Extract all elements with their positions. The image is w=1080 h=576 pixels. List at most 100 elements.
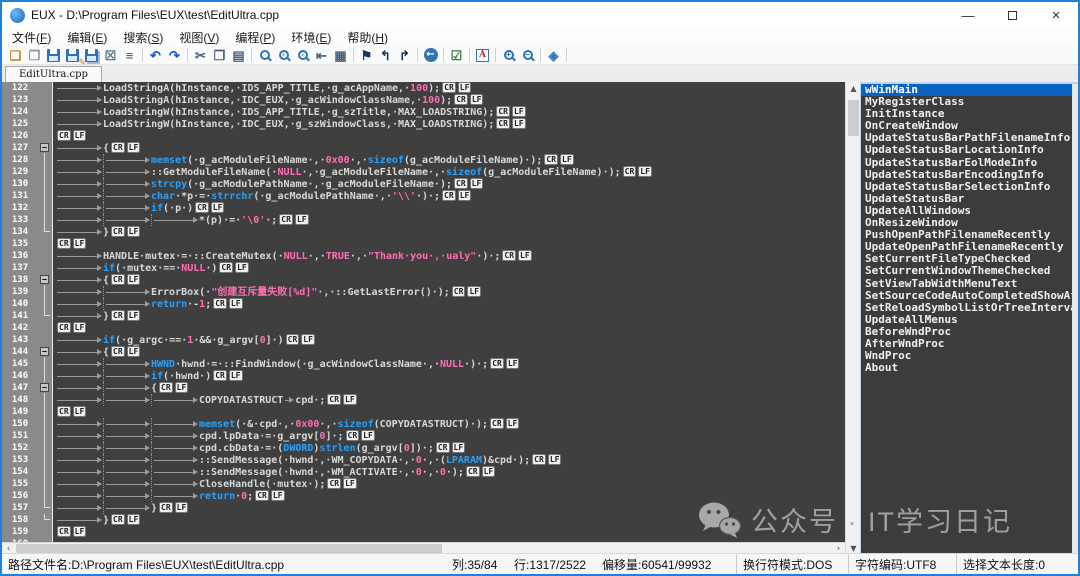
code-line-147[interactable]: 147−{CRLF	[2, 382, 845, 394]
symbol-item-SetCurrentWindowThemeChecked[interactable]: SetCurrentWindowThemeChecked	[861, 265, 1078, 277]
code-line-132[interactable]: 132if(·p·)CRLF	[2, 202, 845, 214]
symbol-item-AfterWndProc[interactable]: AfterWndProc	[861, 338, 1078, 350]
maximize-button[interactable]	[990, 2, 1034, 28]
vertical-scroll-thumb[interactable]	[848, 100, 859, 136]
code-line-122[interactable]: 122LoadStringA(hInstance,·IDS_APP_TITLE,…	[2, 82, 845, 94]
symbol-item-SetSourceCodeAutoCompletedShowAfter[interactable]: SetSourceCodeAutoCompletedShowAfter	[861, 290, 1078, 302]
code-line-152[interactable]: 152cpd.cbData·=·(DWORD)strlen(g_argv[0])…	[2, 442, 845, 454]
about-button[interactable]: ◈	[544, 47, 563, 64]
code-line-138[interactable]: 138−{CRLF	[2, 274, 845, 286]
symbol-item-SetCurrentFileTypeChecked[interactable]: SetCurrentFileTypeChecked	[861, 253, 1078, 265]
code-line-123[interactable]: 123LoadStringA(hInstance,·IDC_EUX,·g_acW…	[2, 94, 845, 106]
fold-toggle-icon[interactable]: −	[38, 142, 53, 154]
new-file-button[interactable]: ❏	[6, 47, 25, 64]
symbol-item-wWinMain[interactable]: wWinMain	[861, 84, 1078, 96]
code-line-126[interactable]: 126CRLF	[2, 130, 845, 142]
undo-button[interactable]: ↶	[146, 47, 165, 64]
open-file-button[interactable]: ❐	[25, 47, 44, 64]
code-line-143[interactable]: 143if(·g_argc·==·1·&&·g_argv[0]·)CRLF	[2, 334, 845, 346]
code-line-129[interactable]: 129::GetModuleFileName(·NULL·,·g_acModul…	[2, 166, 845, 178]
close-button[interactable]: ×	[1034, 2, 1078, 28]
save-as-button[interactable]: ✎	[63, 47, 82, 64]
scroll-up-icon[interactable]: ▲	[846, 82, 861, 95]
code-line-154[interactable]: 154::SendMessage(·hwnd·,·WM_ACTIVATE·,·0…	[2, 466, 845, 478]
symbol-item-UpdateStatusBarSelectionInfo[interactable]: UpdateStatusBarSelectionInfo	[861, 181, 1078, 193]
replace-button[interactable]: ⇤	[312, 47, 331, 64]
bookmark-button[interactable]: ⚑	[357, 47, 376, 64]
file-list-button[interactable]: ≡	[120, 47, 139, 64]
symbol-item-MyRegisterClass[interactable]: MyRegisterClass	[861, 96, 1078, 108]
code-line-136[interactable]: 136HANDLE·mutex·=·::CreateMutex(·NULL·,·…	[2, 250, 845, 262]
symbol-item-SetReloadSymbolListOrTreeIntervalMe[interactable]: SetReloadSymbolListOrTreeIntervalMe	[861, 302, 1078, 314]
menu-item-p-编程[interactable]: 编程(P)	[227, 29, 283, 46]
code-line-141[interactable]: 141}CRLF	[2, 310, 845, 322]
code-line-133[interactable]: 133*(p)·=·'\0'·;CRLF	[2, 214, 845, 226]
code-line-127[interactable]: 127−{CRLF	[2, 142, 845, 154]
code-line-145[interactable]: 145HWND·hwnd·=·::FindWindow(·g_acWindowC…	[2, 358, 845, 370]
symbol-item-About[interactable]: About	[861, 362, 1078, 374]
back-button[interactable]: ←	[421, 47, 440, 64]
copy-button[interactable]: ❐	[210, 47, 229, 64]
symbol-item-OnResizeWindow[interactable]: OnResizeWindow	[861, 217, 1078, 229]
code-line-140[interactable]: 140return·-1;CRLF	[2, 298, 845, 310]
redo-button[interactable]: ↷	[165, 47, 184, 64]
code-line-155[interactable]: 155CloseHandle(·mutex·);CRLF	[2, 478, 845, 490]
code-line-153[interactable]: 153::SendMessage(·hwnd·,·WM_COPYDATA·,·0…	[2, 454, 845, 466]
code-line-131[interactable]: 131char·*p·=·strrchr(·g_acModulePathName…	[2, 190, 845, 202]
symbol-item-UpdateStatusBarEncodingInfo[interactable]: UpdateStatusBarEncodingInfo	[861, 169, 1078, 181]
save-button[interactable]	[44, 47, 63, 64]
menu-item-e-环境[interactable]: 环境(E)	[283, 29, 339, 46]
vertical-scrollbar[interactable]: ▲ ▼	[845, 82, 860, 555]
menu-item-e-编辑[interactable]: 编辑(E)	[59, 29, 115, 46]
menu-item-v-视图[interactable]: 视图(V)	[171, 29, 227, 46]
menu-item-h-帮助[interactable]: 帮助(H)	[339, 29, 396, 46]
code-line-135[interactable]: 135CRLF	[2, 238, 845, 250]
symbol-item-OnCreateWindow[interactable]: OnCreateWindow	[861, 120, 1078, 132]
symbol-item-PushOpenPathFilenameRecently[interactable]: PushOpenPathFilenameRecently	[861, 229, 1078, 241]
code-line-128[interactable]: 128memset(·g_acModuleFileName·,·0x00·,·s…	[2, 154, 845, 166]
cut-button[interactable]: ✂	[191, 47, 210, 64]
code-line-144[interactable]: 144−{CRLF	[2, 346, 845, 358]
grid-button[interactable]: ▦	[331, 47, 350, 64]
find-prev-button[interactable]: ‹	[274, 47, 293, 64]
code-line-124[interactable]: 124LoadStringW(hInstance,·IDS_APP_TITLE,…	[2, 106, 845, 118]
panel-scrollbar[interactable]	[1072, 84, 1078, 555]
code-line-148[interactable]: 148COPYDATASTRUCTcpd·;CRLF	[2, 394, 845, 406]
code-line-125[interactable]: 125LoadStringW(hInstance,·IDC_EUX,·g_szW…	[2, 118, 845, 130]
menu-item-s-搜索[interactable]: 搜索(S)	[115, 29, 171, 46]
find-button[interactable]	[255, 47, 274, 64]
code-line-146[interactable]: 146if(·hwnd·)CRLF	[2, 370, 845, 382]
symbol-item-UpdateOpenPathFilenameRecently[interactable]: UpdateOpenPathFilenameRecently	[861, 241, 1078, 253]
code-line-134[interactable]: 134}CRLF	[2, 226, 845, 238]
close-file-button[interactable]: ☒	[101, 47, 120, 64]
syntax-color-button[interactable]: A	[473, 47, 492, 64]
symbol-item-SetViewTabWidthMenuText[interactable]: SetViewTabWidthMenuText	[861, 278, 1078, 290]
minimize-button[interactable]: —	[946, 2, 990, 28]
paste-button[interactable]: ▤	[229, 47, 248, 64]
symbol-item-UpdateStatusBarLocationInfo[interactable]: UpdateStatusBarLocationInfo	[861, 144, 1078, 156]
code-editor[interactable]: 122LoadStringA(hInstance,·IDS_APP_TITLE,…	[2, 82, 845, 555]
bookmark-prev-button[interactable]: ↰	[376, 47, 395, 64]
symbol-item-UpdateStatusBarPathFilenameInfo[interactable]: UpdateStatusBarPathFilenameInfo	[861, 132, 1078, 144]
checklist-button[interactable]: ☑	[447, 47, 466, 64]
symbol-item-InitInstance[interactable]: InitInstance	[861, 108, 1078, 120]
code-line-137[interactable]: 137if(·mutex·==·NULL·)CRLF	[2, 262, 845, 274]
menu-item-f-文件[interactable]: 文件(F)	[4, 29, 59, 46]
code-line-130[interactable]: 130strcpy(·g_acModulePathName·,·g_acModu…	[2, 178, 845, 190]
code-line-151[interactable]: 151cpd.lpData·=·g_argv[0]·;CRLF	[2, 430, 845, 442]
symbol-item-UpdateAllMenus[interactable]: UpdateAllMenus	[861, 314, 1078, 326]
zoom-out-button[interactable]: −	[518, 47, 537, 64]
fold-toggle-icon[interactable]: −	[38, 274, 53, 286]
bookmark-next-button[interactable]: ↱	[395, 47, 414, 64]
code-line-139[interactable]: 139ErrorBox(·"创建互斥量失败[%d]"·,·::GetLastEr…	[2, 286, 845, 298]
tab-editultra-cpp[interactable]: EditUltra.cpp	[5, 66, 102, 82]
symbol-item-UpdateStatusBar[interactable]: UpdateStatusBar	[861, 193, 1078, 205]
symbol-item-UpdateAllWindows[interactable]: UpdateAllWindows	[861, 205, 1078, 217]
symbol-item-WndProc[interactable]: WndProc	[861, 350, 1078, 362]
code-line-150[interactable]: 150memset(·&·cpd·,·0x00·,·sizeof(COPYDAT…	[2, 418, 845, 430]
symbol-item-BeforeWndProc[interactable]: BeforeWndProc	[861, 326, 1078, 338]
symbol-item-UpdateStatusBarEolModeInfo[interactable]: UpdateStatusBarEolModeInfo	[861, 157, 1078, 169]
code-line-142[interactable]: 142CRLF	[2, 322, 845, 334]
find-next-button[interactable]: ›	[293, 47, 312, 64]
fold-toggle-icon[interactable]: −	[38, 382, 53, 394]
